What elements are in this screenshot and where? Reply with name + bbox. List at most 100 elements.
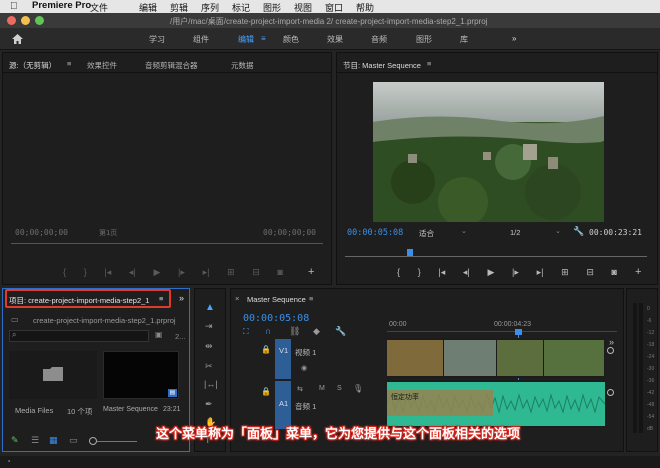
master-sequence-thumbnail[interactable]: ▤ bbox=[103, 351, 179, 399]
mark-in-icon[interactable]: { bbox=[397, 267, 400, 279]
tab-program[interactable]: 节目: Master Sequence bbox=[343, 60, 421, 71]
workspace-audio[interactable]: 音频 bbox=[371, 34, 387, 45]
zoom-window-icon[interactable] bbox=[35, 16, 44, 25]
go-to-in-icon[interactable]: |◂ bbox=[104, 267, 111, 279]
program-timecode-current[interactable]: 00:00:05:08 bbox=[347, 228, 403, 238]
tab-master-sequence[interactable]: Master Sequence bbox=[247, 295, 306, 304]
play-icon[interactable]: ▶ bbox=[487, 267, 494, 279]
lock-track-icon[interactable]: 🔒 bbox=[261, 387, 271, 396]
app-name-menu[interactable]: Premiere Pro bbox=[32, 0, 91, 11]
fit-dropdown[interactable]: 适合 bbox=[419, 228, 434, 239]
video-clip[interactable] bbox=[497, 340, 543, 376]
tab-audio-clip-mixer[interactable]: 音频剪辑混合器 bbox=[145, 60, 198, 71]
v1-track-lane[interactable] bbox=[387, 338, 605, 378]
snap-magnet-icon[interactable]: ∩ bbox=[265, 326, 271, 336]
video-clip[interactable] bbox=[544, 340, 604, 376]
a1-track-lane[interactable]: 恒定功率 bbox=[386, 380, 606, 428]
freeform-view-icon[interactable]: ▭ bbox=[69, 435, 78, 446]
workspace-learn[interactable]: 学习 bbox=[149, 34, 165, 45]
workspace-color[interactable]: 颜色 bbox=[283, 34, 299, 45]
lift-icon[interactable]: ⊞ bbox=[561, 267, 569, 279]
export-frame-icon[interactable]: ◙ bbox=[278, 267, 283, 279]
fit-dropdown-chevron-icon[interactable]: ⌄ bbox=[461, 227, 467, 235]
resolution-dropdown[interactable]: 1/2 bbox=[510, 228, 520, 237]
workspace-bar: 学习 组件 编辑 ≡ 颜色 效果 音频 图形 库 » bbox=[0, 28, 660, 50]
tab-metadata[interactable]: 元数据 bbox=[231, 60, 254, 71]
workspace-overflow-icon[interactable]: » bbox=[512, 34, 516, 43]
workspace-libraries[interactable]: 库 bbox=[460, 34, 468, 45]
time-ruler[interactable] bbox=[387, 331, 617, 332]
apple-icon[interactable]:  bbox=[10, 1, 18, 12]
microphone-icon[interactable]: 🎙 bbox=[353, 384, 363, 393]
source-scrubber[interactable] bbox=[11, 243, 323, 244]
project-search-input[interactable] bbox=[9, 330, 149, 342]
razor-tool-icon[interactable]: ✂ bbox=[205, 361, 213, 372]
nest-toggle-icon[interactable]: ⛶ bbox=[243, 327, 249, 337]
solo-track-button[interactable]: S bbox=[337, 385, 342, 392]
scroll-handle[interactable] bbox=[607, 389, 614, 396]
go-to-in-icon[interactable]: |◂ bbox=[438, 267, 445, 279]
mark-out-icon[interactable]: } bbox=[418, 267, 421, 279]
add-marker-icon[interactable]: ◆ bbox=[313, 326, 320, 337]
track-select-tool-icon[interactable]: ⇥ bbox=[205, 321, 213, 332]
resolution-dropdown-chevron-icon[interactable]: ⌄ bbox=[555, 227, 561, 235]
panel-menu-icon[interactable]: ≡ bbox=[67, 59, 71, 68]
selection-tool-icon[interactable]: ▲ bbox=[205, 302, 215, 313]
step-back-icon[interactable]: ◂| bbox=[129, 267, 136, 279]
timeline-settings-wrench-icon[interactable]: 🔧 bbox=[335, 326, 346, 337]
step-back-icon[interactable]: ◂| bbox=[463, 267, 470, 279]
close-window-icon[interactable] bbox=[7, 16, 16, 25]
add-button-icon[interactable]: + bbox=[635, 266, 641, 278]
mark-in-icon[interactable]: { bbox=[63, 267, 66, 279]
workspace-editing[interactable]: 编辑 bbox=[238, 34, 254, 45]
panel-overflow-icon[interactable]: » bbox=[179, 293, 184, 303]
mark-out-icon[interactable]: } bbox=[84, 267, 87, 279]
video-clip[interactable] bbox=[444, 340, 496, 376]
insert-icon[interactable]: ⊞ bbox=[227, 267, 235, 279]
step-forward-icon[interactable]: |▸ bbox=[178, 267, 185, 279]
workspace-assembly[interactable]: 组件 bbox=[193, 34, 209, 45]
icon-view-icon[interactable]: ▦ bbox=[49, 435, 58, 446]
pen-tool-icon[interactable]: ✒ bbox=[205, 399, 213, 410]
workspace-graphics[interactable]: 图形 bbox=[416, 34, 432, 45]
go-to-out-icon[interactable]: ▸| bbox=[203, 267, 210, 279]
timeline-overflow-icon[interactable]: » bbox=[609, 337, 614, 347]
go-to-out-icon[interactable]: ▸| bbox=[537, 267, 544, 279]
panel-menu-icon[interactable]: ≡ bbox=[309, 294, 313, 303]
overwrite-icon[interactable]: ⊟ bbox=[252, 267, 260, 279]
mute-track-button[interactable]: M bbox=[319, 385, 325, 392]
program-scrubber[interactable] bbox=[345, 256, 647, 257]
slip-tool-icon[interactable]: |↔| bbox=[204, 379, 218, 389]
extract-icon[interactable]: ⊟ bbox=[586, 267, 594, 279]
program-playhead[interactable] bbox=[407, 249, 413, 256]
close-sequence-tab-icon[interactable]: × bbox=[235, 294, 239, 303]
home-icon[interactable] bbox=[12, 34, 23, 44]
minimize-window-icon[interactable] bbox=[21, 16, 30, 25]
list-view-icon[interactable]: ☰ bbox=[31, 435, 39, 446]
audio-transition[interactable]: 恒定功率 bbox=[387, 390, 493, 416]
sync-lock-icon[interactable]: ⇆ bbox=[297, 385, 303, 393]
settings-wrench-icon[interactable]: 🔧 bbox=[573, 226, 584, 237]
play-icon[interactable]: ▶ bbox=[153, 267, 160, 279]
video-clip[interactable] bbox=[387, 340, 443, 376]
ripple-edit-tool-icon[interactable]: ⇹ bbox=[205, 341, 213, 352]
timeline-timecode[interactable]: 00:00:05:08 bbox=[243, 313, 309, 324]
workspace-effects[interactable]: 效果 bbox=[327, 34, 343, 45]
new-bin-icon[interactable]: ▣ bbox=[155, 330, 163, 339]
panel-menu-icon[interactable]: ≡ bbox=[427, 59, 431, 68]
step-forward-icon[interactable]: |▸ bbox=[512, 267, 519, 279]
media-files-bin-thumbnail[interactable] bbox=[9, 351, 97, 399]
tab-effect-controls[interactable]: 效果控件 bbox=[87, 60, 117, 71]
source-timecode-in[interactable]: 00;00;00;00 bbox=[15, 228, 68, 237]
tab-source[interactable]: 源:（无剪辑） bbox=[9, 60, 56, 71]
lock-track-icon[interactable]: 🔒 bbox=[261, 345, 271, 354]
pencil-icon[interactable]: ✎ bbox=[11, 435, 19, 446]
workspace-menu-icon[interactable]: ≡ bbox=[261, 34, 266, 43]
status-indicator-icon[interactable]: ◔ bbox=[6, 457, 11, 466]
scroll-handle[interactable] bbox=[607, 347, 614, 354]
add-button-icon[interactable]: + bbox=[308, 266, 314, 278]
export-frame-icon[interactable]: ◙ bbox=[612, 267, 617, 279]
linked-selection-icon[interactable]: ⛓ bbox=[289, 326, 300, 337]
track-output-eye-icon[interactable]: ◉ bbox=[301, 364, 307, 372]
v1-source-patch[interactable] bbox=[275, 339, 291, 379]
